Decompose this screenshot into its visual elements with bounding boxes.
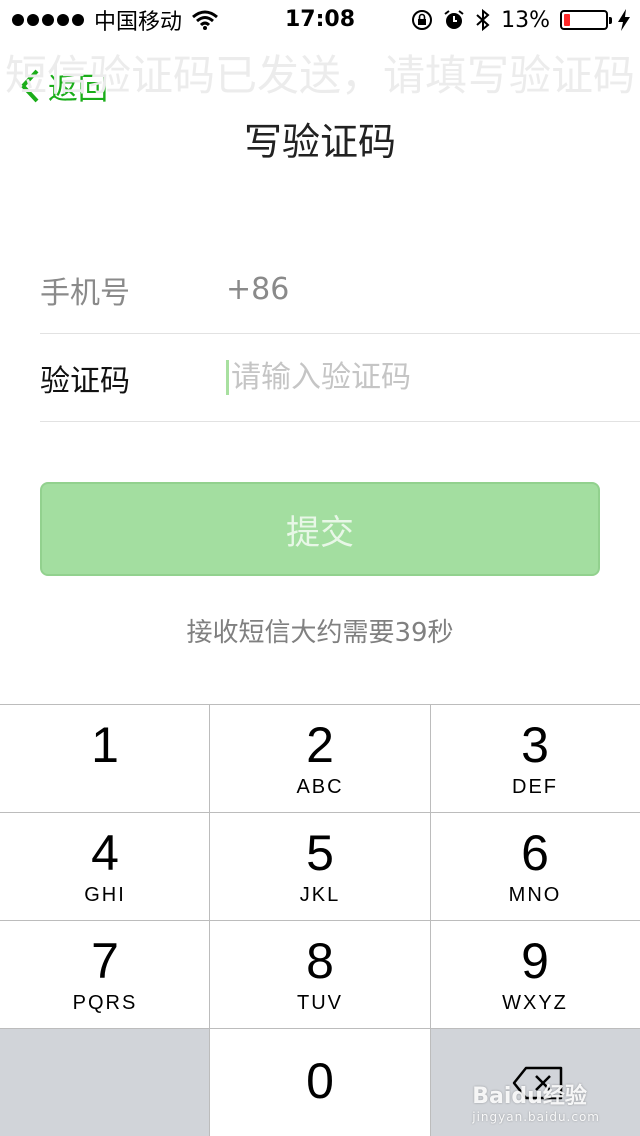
key-4[interactable]: 4 GHI: [0, 812, 210, 920]
watermark-sub: jingyan.baidu.com: [472, 1110, 600, 1124]
key-digit: 9: [521, 933, 549, 989]
code-label: 验证码: [40, 363, 130, 399]
key-2[interactable]: 2 ABC: [210, 704, 430, 812]
battery-icon: [560, 10, 612, 30]
key-letters: ABC: [296, 776, 344, 798]
battery-percent: 13%: [501, 7, 550, 33]
key-letters: TUV: [297, 992, 343, 1014]
key-digit: 3: [521, 717, 549, 773]
phone-row: 手机号 +86: [40, 246, 640, 334]
key-3[interactable]: 3 DEF: [430, 704, 640, 812]
phone-country-code: +86: [226, 272, 290, 307]
code-row: 验证码: [40, 334, 640, 422]
key-letters: JKL: [299, 884, 341, 906]
key-letters: PQRS: [72, 992, 138, 1014]
key-blank: [0, 1028, 210, 1136]
verification-code-input[interactable]: [226, 360, 606, 395]
key-1[interactable]: 1: [0, 704, 210, 812]
rotation-lock-icon: [412, 10, 433, 30]
numeric-keypad: 1 2 ABC 3 DEF 4 GHI 5 JKL 6 MNO 7 PQRS 8…: [0, 704, 640, 1136]
key-digit: 7: [91, 933, 119, 989]
key-digit: 1: [91, 717, 119, 773]
alarm-icon: [444, 10, 464, 29]
page-title: 写验证码: [243, 120, 396, 164]
sms-wait-hint: 接收短信大约需要39秒: [186, 618, 454, 648]
watermark-main: Baidu经验: [472, 1084, 587, 1109]
key-digit: 6: [521, 825, 549, 881]
key-digit: 8: [306, 933, 334, 989]
bluetooth-icon: [476, 8, 490, 32]
keypad-divider: [0, 812, 640, 813]
charging-bolt-icon: [618, 9, 630, 31]
keypad-divider: [0, 704, 640, 705]
key-9[interactable]: 9 WXYZ: [430, 920, 640, 1028]
phone-label: 手机号: [40, 275, 130, 311]
status-right: 13%: [411, 6, 630, 34]
key-digit: 2: [306, 717, 334, 773]
key-0[interactable]: 0: [210, 1028, 430, 1136]
submit-button[interactable]: 提交: [40, 482, 600, 576]
key-5[interactable]: 5 JKL: [210, 812, 430, 920]
key-digit: 5: [306, 825, 334, 881]
key-letters: DEF: [512, 776, 558, 798]
baidu-watermark: Baidu经验 jingyan.baidu.com: [472, 1078, 600, 1124]
keypad-divider: [0, 1028, 640, 1029]
key-digit: 4: [91, 825, 119, 881]
key-6[interactable]: 6 MNO: [430, 812, 640, 920]
key-letters: MNO: [508, 884, 562, 906]
key-letters: WXYZ: [502, 992, 568, 1014]
key-7[interactable]: 7 PQRS: [0, 920, 210, 1028]
key-letters: GHI: [84, 884, 126, 906]
status-bar: 中国移动 17:08 13%: [0, 0, 640, 40]
key-digit: 0: [306, 1053, 334, 1109]
key-8[interactable]: 8 TUV: [210, 920, 430, 1028]
keypad-divider: [0, 920, 640, 921]
